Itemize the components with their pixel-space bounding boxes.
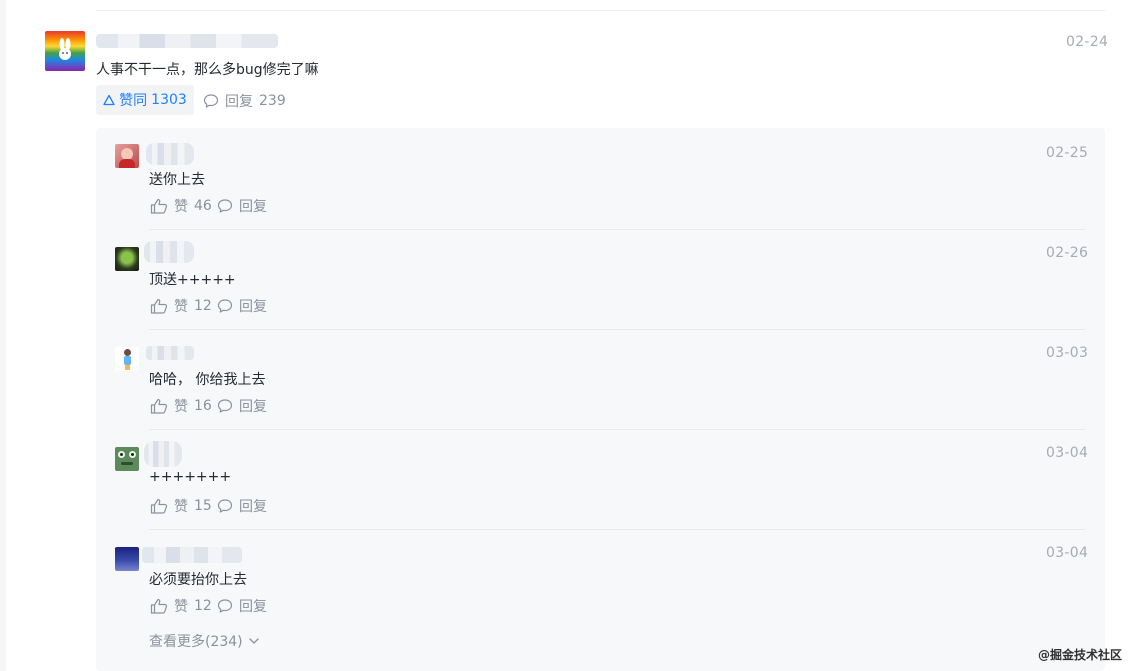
reply-time: 02-26 xyxy=(1046,245,1089,261)
like-count: 16 xyxy=(194,398,212,414)
reply-label: 回复 xyxy=(239,599,267,615)
avatar[interactable] xyxy=(45,31,85,71)
chevron-down-icon xyxy=(249,638,259,644)
comment-content: 人事不干一点，那么多bug修完了嘛 xyxy=(96,62,319,78)
like-button[interactable]: 赞 12 xyxy=(150,296,212,316)
divider xyxy=(149,429,1085,430)
reply-time: 03-04 xyxy=(1046,545,1089,561)
like-button[interactable]: 赞 12 xyxy=(150,596,212,616)
username-blurred[interactable] xyxy=(146,346,194,360)
reply-content: 送你上去 xyxy=(149,172,205,188)
reply-label: 回复 xyxy=(225,94,253,110)
username-blurred[interactable] xyxy=(96,34,278,48)
divider xyxy=(96,10,1105,11)
like-button[interactable]: 赞 46 xyxy=(150,196,212,216)
avatar[interactable] xyxy=(115,144,139,168)
reply-time: 02-25 xyxy=(1046,145,1089,161)
reply-content: 必须要抬你上去 xyxy=(149,572,247,588)
thumbs-up-icon xyxy=(150,398,168,414)
like-count: 15 xyxy=(194,498,212,514)
reply-content: 顶送+++++ xyxy=(149,272,236,288)
divider xyxy=(149,329,1085,330)
username-blurred[interactable] xyxy=(142,547,242,563)
comment-time: 02-24 xyxy=(1066,34,1109,50)
comment-icon xyxy=(217,499,233,513)
reply-label: 回复 xyxy=(239,499,267,515)
like-count: 12 xyxy=(194,298,212,314)
reply-button[interactable]: 回复 xyxy=(217,496,267,516)
agree-button[interactable]: 赞同 1303 xyxy=(96,85,194,115)
reply-button[interactable]: 回复 239 xyxy=(203,91,286,111)
comment-icon xyxy=(217,299,233,313)
view-more-button[interactable]: 查看更多(234) xyxy=(149,631,261,651)
username-blurred[interactable] xyxy=(144,241,194,263)
reply-content: 哈哈， 你给我上去 xyxy=(149,372,266,388)
page-edge xyxy=(0,0,6,671)
thumbs-up-icon xyxy=(150,498,168,514)
like-label: 赞 xyxy=(174,199,188,215)
username-blurred[interactable] xyxy=(144,441,182,467)
reply-label: 回复 xyxy=(239,299,267,315)
reply-label: 回复 xyxy=(239,399,267,415)
agree-count: 1303 xyxy=(151,92,187,108)
reply-button[interactable]: 回复 xyxy=(217,396,267,416)
reply-label: 回复 xyxy=(239,199,267,215)
thumbs-up-icon xyxy=(150,298,168,314)
username-blurred[interactable] xyxy=(146,143,194,165)
rabbit-icon xyxy=(59,38,71,60)
divider xyxy=(149,529,1085,530)
reply-button[interactable]: 回复 xyxy=(217,296,267,316)
reply-time: 03-04 xyxy=(1046,445,1089,461)
like-label: 赞 xyxy=(174,299,188,315)
like-label: 赞 xyxy=(174,499,188,515)
thumbs-up-icon xyxy=(150,598,168,614)
reply-content: +++++++ xyxy=(149,469,232,485)
triangle-up-icon xyxy=(103,94,115,106)
agree-label: 赞同 xyxy=(119,93,148,109)
reply-button[interactable]: 回复 xyxy=(217,196,267,216)
avatar[interactable] xyxy=(115,447,139,471)
reply-time: 03-03 xyxy=(1046,345,1089,361)
comment-icon xyxy=(217,599,233,613)
avatar[interactable] xyxy=(115,347,139,371)
avatar[interactable] xyxy=(115,547,139,571)
divider xyxy=(149,229,1085,230)
like-count: 46 xyxy=(194,198,212,214)
reply-count: 239 xyxy=(259,93,286,109)
like-label: 赞 xyxy=(174,599,188,615)
reply-button[interactable]: 回复 xyxy=(217,596,267,616)
comment-icon xyxy=(217,399,233,413)
like-button[interactable]: 赞 15 xyxy=(150,496,212,516)
watermark: @掘金技术社区 xyxy=(1037,648,1122,662)
like-label: 赞 xyxy=(174,399,188,415)
like-button[interactable]: 赞 16 xyxy=(150,396,212,416)
avatar[interactable] xyxy=(115,247,139,271)
thumbs-up-icon xyxy=(150,198,168,214)
view-more-label: 查看更多(234) xyxy=(149,634,243,650)
comment-icon xyxy=(203,94,219,108)
comment-icon xyxy=(217,199,233,213)
like-count: 12 xyxy=(194,598,212,614)
